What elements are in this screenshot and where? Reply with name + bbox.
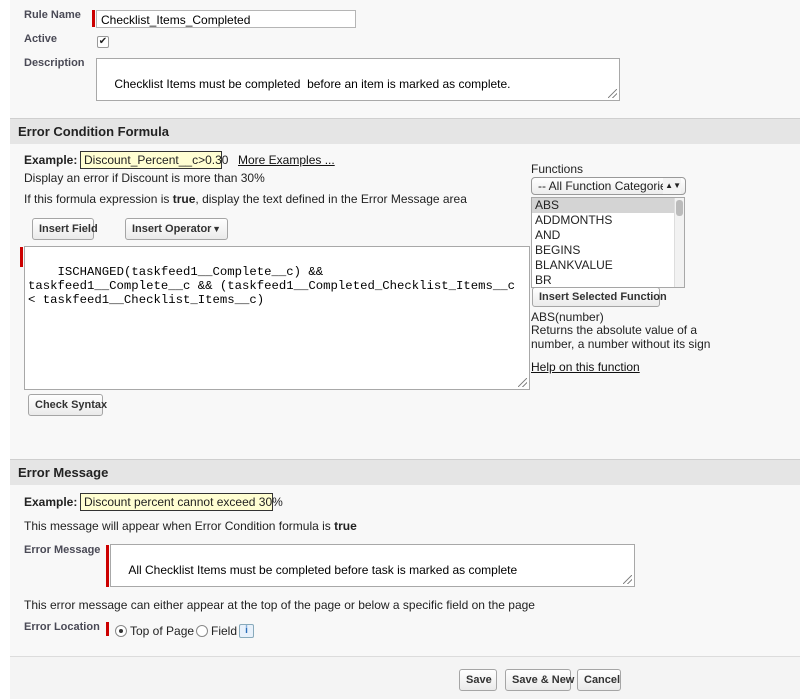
- description-label: Description: [24, 57, 85, 69]
- footer-bar: [10, 656, 800, 699]
- description-textarea[interactable]: Checklist Items must be completed before…: [96, 58, 620, 101]
- more-examples-link[interactable]: More Examples ...: [238, 153, 335, 167]
- field-radio[interactable]: [196, 625, 208, 637]
- validation-rule-edit-page: Rule Name Checklist_Items_Completed Acti…: [10, 0, 800, 699]
- function-option-br[interactable]: BR: [532, 273, 684, 287]
- save-button[interactable]: Save: [459, 669, 497, 691]
- insert-operator-button[interactable]: Insert Operator ▼: [125, 218, 228, 240]
- active-label: Active: [24, 33, 58, 45]
- hint-prefix: If this formula expression is: [24, 192, 173, 206]
- required-marker: [20, 247, 23, 267]
- resize-handle-icon[interactable]: [623, 575, 632, 584]
- required-marker: [106, 545, 109, 587]
- top-of-page-radio[interactable]: [115, 625, 127, 637]
- active-checkbox[interactable]: ✔: [97, 36, 109, 48]
- resize-handle-icon[interactable]: [608, 89, 617, 98]
- example-label: Example:: [24, 495, 78, 509]
- function-option-begins[interactable]: BEGINS: [532, 243, 684, 258]
- error-message-textarea[interactable]: All Checklist Items must be completed be…: [110, 544, 635, 587]
- rule-name-label: Rule Name: [24, 9, 81, 21]
- scrollbar-thumb[interactable]: [676, 200, 683, 216]
- example-description: Display an error if Discount is more tha…: [24, 171, 265, 185]
- error-location-hint: This error message can either appear at …: [24, 598, 535, 612]
- error-condition-section-header: Error Condition Formula: [10, 118, 800, 144]
- listbox-scrollbar[interactable]: [674, 198, 684, 287]
- insert-selected-function-button[interactable]: Insert Selected Function: [532, 287, 667, 307]
- insert-field-button[interactable]: Insert Field: [32, 218, 98, 240]
- function-signature: ABS(number): [531, 310, 604, 324]
- function-option-and[interactable]: AND: [532, 228, 684, 243]
- cancel-button[interactable]: Cancel: [577, 669, 621, 691]
- field-label[interactable]: Field: [211, 624, 237, 638]
- error-message-text: All Checklist Items must be completed be…: [128, 563, 518, 577]
- select-arrows-icon: ▲▼: [663, 178, 681, 194]
- formula-hint: If this formula expression is true, disp…: [24, 192, 467, 206]
- required-marker: [106, 622, 109, 636]
- appear-prefix: This message will appear when Error Cond…: [24, 519, 335, 533]
- message-example-box: Discount percent cannot exceed 30%: [80, 493, 283, 511]
- insert-operator-label: Insert Operator: [132, 223, 212, 235]
- error-message-label: Error Message: [24, 544, 101, 556]
- top-of-page-label[interactable]: Top of Page: [130, 624, 194, 638]
- function-category-select[interactable]: -- All Function Categorie ▲▼: [531, 177, 686, 195]
- required-marker: [92, 10, 95, 27]
- resize-handle-icon[interactable]: [518, 378, 527, 387]
- functions-label: Functions: [531, 162, 584, 176]
- hint-bold: true: [172, 192, 196, 206]
- function-option-abs[interactable]: ABS: [532, 198, 684, 213]
- check-syntax-button[interactable]: Check Syntax: [28, 394, 107, 416]
- rule-name-input[interactable]: Checklist_Items_Completed: [96, 10, 356, 28]
- function-option-blankvalue[interactable]: BLANKVALUE: [532, 258, 684, 273]
- hint-suffix: , display the text defined in the Error …: [195, 192, 467, 206]
- help-on-function-link[interactable]: Help on this function: [531, 360, 640, 374]
- error-message-section-header: Error Message: [10, 459, 800, 485]
- formula-example-box: Discount_Percent__c>0.30: [80, 151, 228, 169]
- function-description: Returns the absolute value of a number, …: [531, 323, 711, 351]
- formula-text: ISCHANGED(taskfeed1__Complete__c) && tas…: [28, 265, 516, 307]
- description-text: Checklist Items must be completed before…: [114, 77, 511, 91]
- dropdown-arrow-icon: ▼: [212, 224, 221, 234]
- info-icon[interactable]: i: [239, 624, 254, 638]
- function-option-addmonths[interactable]: ADDMONTHS: [532, 213, 684, 228]
- functions-listbox[interactable]: ABS ADDMONTHS AND BEGINS BLANKVALUE BR: [531, 197, 685, 288]
- example-label: Example:: [24, 153, 78, 167]
- save-and-new-button[interactable]: Save & New: [505, 669, 574, 691]
- error-location-label: Error Location: [24, 621, 100, 633]
- message-appear-hint: This message will appear when Error Cond…: [24, 519, 357, 533]
- appear-bold: true: [334, 519, 357, 533]
- formula-editor[interactable]: ISCHANGED(taskfeed1__Complete__c) && tas…: [24, 246, 530, 390]
- function-category-value: -- All Function Categorie: [538, 179, 667, 193]
